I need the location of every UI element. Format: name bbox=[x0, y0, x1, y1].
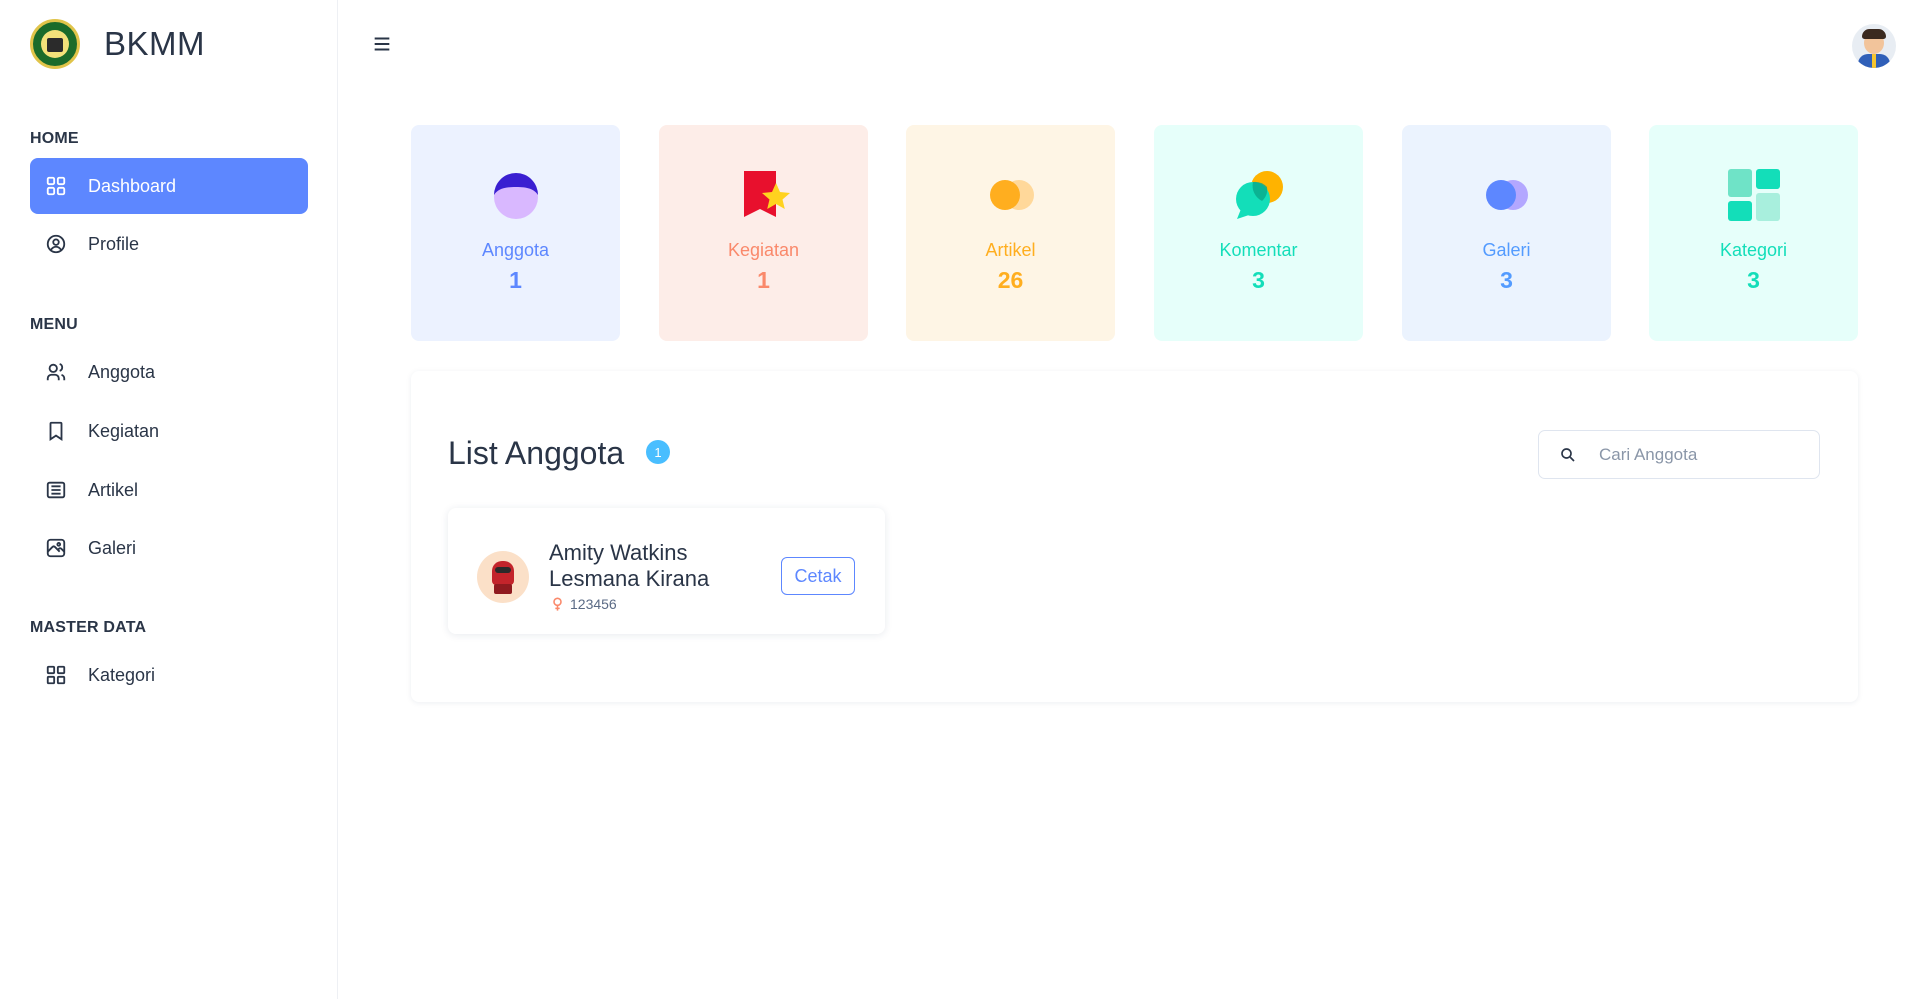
stat-label: Artikel bbox=[985, 240, 1036, 260]
sidebar-item-profile[interactable]: Profile bbox=[30, 216, 308, 272]
count-badge: 1 bbox=[646, 440, 670, 464]
member-avatar bbox=[477, 551, 529, 603]
ribbon-star-icon bbox=[736, 167, 792, 223]
stat-label: Kegiatan bbox=[727, 240, 800, 260]
sidebar-item-label: Kegiatan bbox=[88, 420, 160, 441]
sidebar-item-label: Profile bbox=[88, 233, 140, 254]
brand-name: BKMM bbox=[104, 25, 205, 62]
stat-card-anggota[interactable]: Anggota 1 bbox=[411, 125, 620, 341]
menu-toggle-button[interactable] bbox=[368, 30, 396, 58]
stat-card-galeri[interactable]: Galeri 3 bbox=[1402, 125, 1611, 341]
search-field[interactable] bbox=[1538, 430, 1820, 479]
sidebar-item-label: Anggota bbox=[88, 361, 156, 382]
user-circle-icon bbox=[44, 232, 68, 256]
sidebar-item-galeri[interactable]: Galeri bbox=[30, 520, 308, 576]
brand-logo bbox=[30, 19, 80, 69]
sidebar-item-label: Galeri bbox=[88, 537, 137, 558]
sidebar-item-kategori[interactable]: Kategori bbox=[30, 647, 308, 703]
member-id: 123456 bbox=[570, 596, 617, 612]
stat-label: Kategori bbox=[1719, 240, 1788, 260]
sidebar-item-label: Artikel bbox=[88, 479, 139, 500]
member-meta: 123456 bbox=[551, 596, 617, 612]
photo-icon bbox=[44, 536, 68, 560]
sidebar-item-kegiatan[interactable]: Kegiatan bbox=[30, 403, 308, 459]
stat-card-artikel[interactable]: Artikel 26 bbox=[906, 125, 1115, 341]
user-avatar[interactable] bbox=[1852, 24, 1896, 68]
users-icon bbox=[44, 360, 68, 384]
search-icon bbox=[1561, 447, 1575, 462]
stat-label: Galeri bbox=[1482, 240, 1531, 260]
nav-section-home: HOME bbox=[30, 130, 79, 147]
coins-icon bbox=[983, 167, 1039, 223]
search-input[interactable] bbox=[1599, 444, 1809, 465]
stat-value: 3 bbox=[1747, 267, 1760, 293]
print-button[interactable]: Cetak bbox=[781, 557, 855, 595]
category-grid-icon bbox=[44, 663, 68, 687]
sidebar-item-label: Dashboard bbox=[88, 175, 177, 196]
sidebar-item-artikel[interactable]: Artikel bbox=[30, 462, 308, 518]
chat-bubbles-icon bbox=[1231, 167, 1287, 223]
stat-value: 1 bbox=[509, 267, 522, 293]
nav-section-master-data: MASTER DATA bbox=[30, 619, 147, 636]
stat-card-komentar[interactable]: Komentar 3 bbox=[1154, 125, 1363, 341]
hamburger-icon bbox=[374, 37, 390, 51]
stat-value: 1 bbox=[757, 267, 770, 293]
stat-card-kategori[interactable]: Kategori 3 bbox=[1649, 125, 1858, 341]
female-icon bbox=[553, 597, 562, 611]
sidebar-item-dashboard[interactable]: Dashboard bbox=[30, 158, 308, 214]
stat-value: 3 bbox=[1500, 267, 1513, 293]
stat-label: Komentar bbox=[1219, 240, 1298, 260]
brand[interactable]: BKMM bbox=[30, 18, 205, 70]
user-avatar-icon bbox=[488, 167, 544, 223]
sidebar-item-label: Kategori bbox=[88, 664, 156, 685]
dashboard-grid-icon bbox=[44, 174, 68, 198]
circles-icon bbox=[1479, 167, 1535, 223]
tiles-icon bbox=[1726, 167, 1782, 223]
member-name: Amity Watkins Lesmana Kirana bbox=[549, 540, 710, 591]
nav-section-menu: MENU bbox=[30, 316, 78, 333]
stat-card-kegiatan[interactable]: Kegiatan 1 bbox=[659, 125, 868, 341]
member-card: Amity Watkins Lesmana Kirana 123456 Ceta… bbox=[448, 508, 885, 634]
sidebar-item-anggota[interactable]: Anggota bbox=[30, 344, 308, 400]
stat-value: 26 bbox=[997, 267, 1024, 293]
bookmark-icon bbox=[44, 419, 68, 443]
list-title: List Anggota bbox=[448, 435, 625, 471]
member-list-card: List Anggota 1 Amity Watkins Lesmana Kir… bbox=[411, 371, 1858, 702]
article-icon bbox=[44, 478, 68, 502]
sidebar: BKMM HOME Dashboard Profile MENU Anggota… bbox=[0, 0, 338, 999]
stat-value: 3 bbox=[1252, 267, 1265, 293]
stat-label: Anggota bbox=[481, 240, 550, 260]
